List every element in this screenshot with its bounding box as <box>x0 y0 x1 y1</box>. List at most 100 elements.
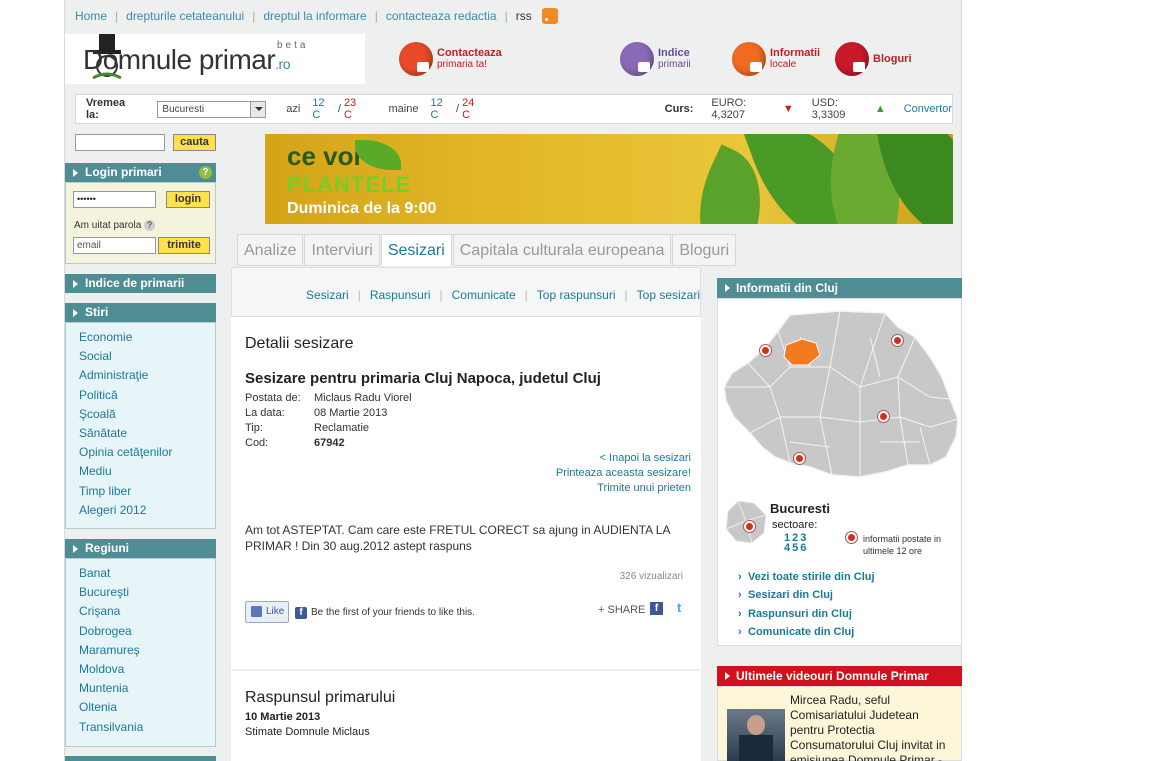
sidebar-item-moldova[interactable]: Moldova <box>66 660 215 679</box>
info-button[interactable]: Informatii locale <box>732 40 820 78</box>
map-pin-icon[interactable] <box>794 453 805 464</box>
map-pin-icon[interactable] <box>892 335 903 346</box>
sector-links[interactable]: 123 456 <box>784 533 808 554</box>
send-button[interactable]: trimite <box>158 237 210 254</box>
cluj-releases-link[interactable]: Comunicate din Cluj <box>738 626 854 638</box>
tab-bloguri[interactable]: Bloguri <box>672 234 737 266</box>
contact-button[interactable]: Contacteaza primaria ta! <box>399 40 502 78</box>
tab-interviuri[interactable]: Interviuri <box>304 234 380 266</box>
sidebar-item-alegeri[interactable]: Alegeri 2012 <box>66 501 215 520</box>
cluj-complaints-link[interactable]: Sesizari din Cluj <box>738 589 833 601</box>
video-description[interactable]: Mircea Radu, seful Comisariatului Judete… <box>790 693 956 761</box>
tab-capitala[interactable]: Capitala culturala europeana <box>452 234 672 266</box>
subnav-comunicate[interactable]: Comunicate <box>452 288 516 302</box>
videos-panel: Mircea Radu, seful Comisariatului Judete… <box>717 686 962 761</box>
rss-icon[interactable] <box>541 8 558 24</box>
date-row: La data: 08 Martie 2013 <box>245 407 388 419</box>
tab-sesizari[interactable]: Sesizari <box>380 234 452 266</box>
type-row: Tip: Reclamatie <box>245 422 370 434</box>
sidebar-item-sanatate[interactable]: Sănătate <box>66 424 215 443</box>
login-button[interactable]: login <box>166 191 210 208</box>
sidebar-item-maramures[interactable]: Maramureş <box>66 641 215 660</box>
blogs-button[interactable]: Bloguri <box>835 40 912 78</box>
sidebar-item-social[interactable]: Social <box>66 347 215 366</box>
map-pin-icon[interactable] <box>744 521 755 532</box>
page-wrapper: Home | drepturile cetateanului | dreptul… <box>64 0 962 761</box>
cluj-news-link[interactable]: Vezi toate stirile din Cluj <box>738 571 874 583</box>
share-button[interactable]: + SHARE <box>598 604 645 616</box>
complaint-body: Am tot ASTEPTAT. Cam care este FRETUL CO… <box>245 523 670 553</box>
sidebar-item-oltenia[interactable]: Oltenia <box>66 698 215 717</box>
tomorrow-label: maine <box>388 103 419 115</box>
banner-title: ce vor <box>287 141 364 171</box>
euro-icon <box>835 42 869 76</box>
info-icon <box>732 42 766 76</box>
nav-drepturile[interactable]: drepturile cetateanului <box>126 9 244 23</box>
banner-schedule: Duminica de la 9:00 <box>287 200 437 217</box>
converter-link[interactable]: Convertor <box>904 103 952 115</box>
sidebar-item-crisana[interactable]: Crişana <box>66 602 215 621</box>
mayor-response: Raspunsul primarului 10 Martie 2013 Stim… <box>231 671 701 761</box>
cluj-responses-link[interactable]: Raspunsuri din Cluj <box>738 608 852 620</box>
logo-area[interactable]: Domnule primar.ro beta <box>65 34 365 84</box>
city-select[interactable]: Bucuresti <box>157 100 267 118</box>
forgot-password-link[interactable]: Am uitat parola ? <box>74 220 156 231</box>
sidebar-item-mediu[interactable]: Mediu <box>66 462 215 481</box>
detail-title: Sesizare pentru primaria Cluj Napoca, ju… <box>245 370 601 387</box>
facebook-icon: f <box>295 607 307 619</box>
index-button[interactable]: Indice primarii <box>620 40 691 78</box>
video-thumbnail[interactable] <box>727 709 785 761</box>
romania-map[interactable] <box>720 307 960 482</box>
subnav-top-raspunsuri[interactable]: Top raspunsuri <box>537 288 616 302</box>
search-input[interactable] <box>75 134 165 151</box>
sidebar-item-administratie[interactable]: Administraţie <box>66 366 215 385</box>
sidebar-item-banat[interactable]: Banat <box>66 564 215 583</box>
thumbs-up-icon <box>251 606 262 617</box>
sidebar-item-muntenia[interactable]: Muntenia <box>66 679 215 698</box>
login-header: Login primari ? <box>65 163 216 182</box>
sidebar-item-politica[interactable]: Politică <box>66 386 215 405</box>
sidebar-item-scoala[interactable]: Şcoală <box>66 405 215 424</box>
nav-home[interactable]: Home <box>75 9 107 23</box>
search-button[interactable]: cauta <box>173 134 216 151</box>
sidebar-item-opinia[interactable]: Opinia cetăţenilor <box>66 443 215 462</box>
sidebar-item-timp-liber[interactable]: Timp liber <box>66 482 215 501</box>
response-heading: Raspunsul primarului <box>245 689 396 706</box>
curs-label: Curs: <box>664 103 694 115</box>
subnav-sesizari[interactable]: Sesizari <box>306 288 349 302</box>
fb-social-text: Be the first of your friends to like thi… <box>311 607 475 618</box>
nav-rss[interactable]: rss <box>516 9 532 23</box>
promo-banner[interactable]: ce vor PLANTELE Duminica de la 9:00 <box>265 134 953 224</box>
info-cluj-panel: Bucuresti sectoare: 123 456 informatii po… <box>717 298 962 646</box>
facebook-share-icon[interactable]: f <box>650 602 663 615</box>
twitter-icon[interactable]: t <box>677 600 681 615</box>
outer-background <box>962 0 1152 761</box>
email-field[interactable]: email <box>73 237 156 254</box>
sidebar-item-dobrogea[interactable]: Dobrogea <box>66 622 215 641</box>
map-pin-icon[interactable] <box>760 345 771 356</box>
map-pin-icon[interactable] <box>878 411 889 422</box>
nav-contact[interactable]: contacteaza redactia <box>386 9 497 23</box>
back-link[interactable]: < Inapoi la sesizari <box>600 452 691 464</box>
sidebar-item-economie[interactable]: Economie <box>66 328 215 347</box>
regions-header: Regiuni <box>65 539 216 558</box>
index-header[interactable]: Indice de primarii <box>65 274 216 293</box>
send-friend-link[interactable]: Trimite unui prieten <box>597 482 691 494</box>
sidebar-item-bucuresti[interactable]: Bucureşti <box>66 583 215 602</box>
sidebar-item-transilvania[interactable]: Transilvania <box>66 718 215 737</box>
tab-analize[interactable]: Analize <box>237 234 304 266</box>
fb-like-button[interactable]: Like <box>245 601 289 623</box>
posted-by-row: Postata de: Miclaus Radu Viorel <box>245 392 412 404</box>
today-min: 12 C <box>312 97 325 121</box>
nav-dreptul[interactable]: dreptul la informare <box>263 9 366 23</box>
bucuresti-label[interactable]: Bucuresti <box>770 501 830 516</box>
down-arrow-icon: ▼ <box>782 103 794 115</box>
help-icon[interactable]: ? <box>199 166 212 179</box>
mail-icon <box>399 42 433 76</box>
print-link[interactable]: Printeaza aceasta sesizare! <box>556 467 691 479</box>
regions-list: Banat Bucureşti Crişana Dobrogea Maramur… <box>65 558 216 747</box>
subnav-top-sesizari[interactable]: Top sesizari <box>637 288 700 302</box>
password-field[interactable]: •••••• <box>73 191 156 208</box>
subnav-raspunsuri[interactable]: Raspunsuri <box>370 288 431 302</box>
legend-text: informatii postate in ultimele 12 ore <box>863 534 942 556</box>
